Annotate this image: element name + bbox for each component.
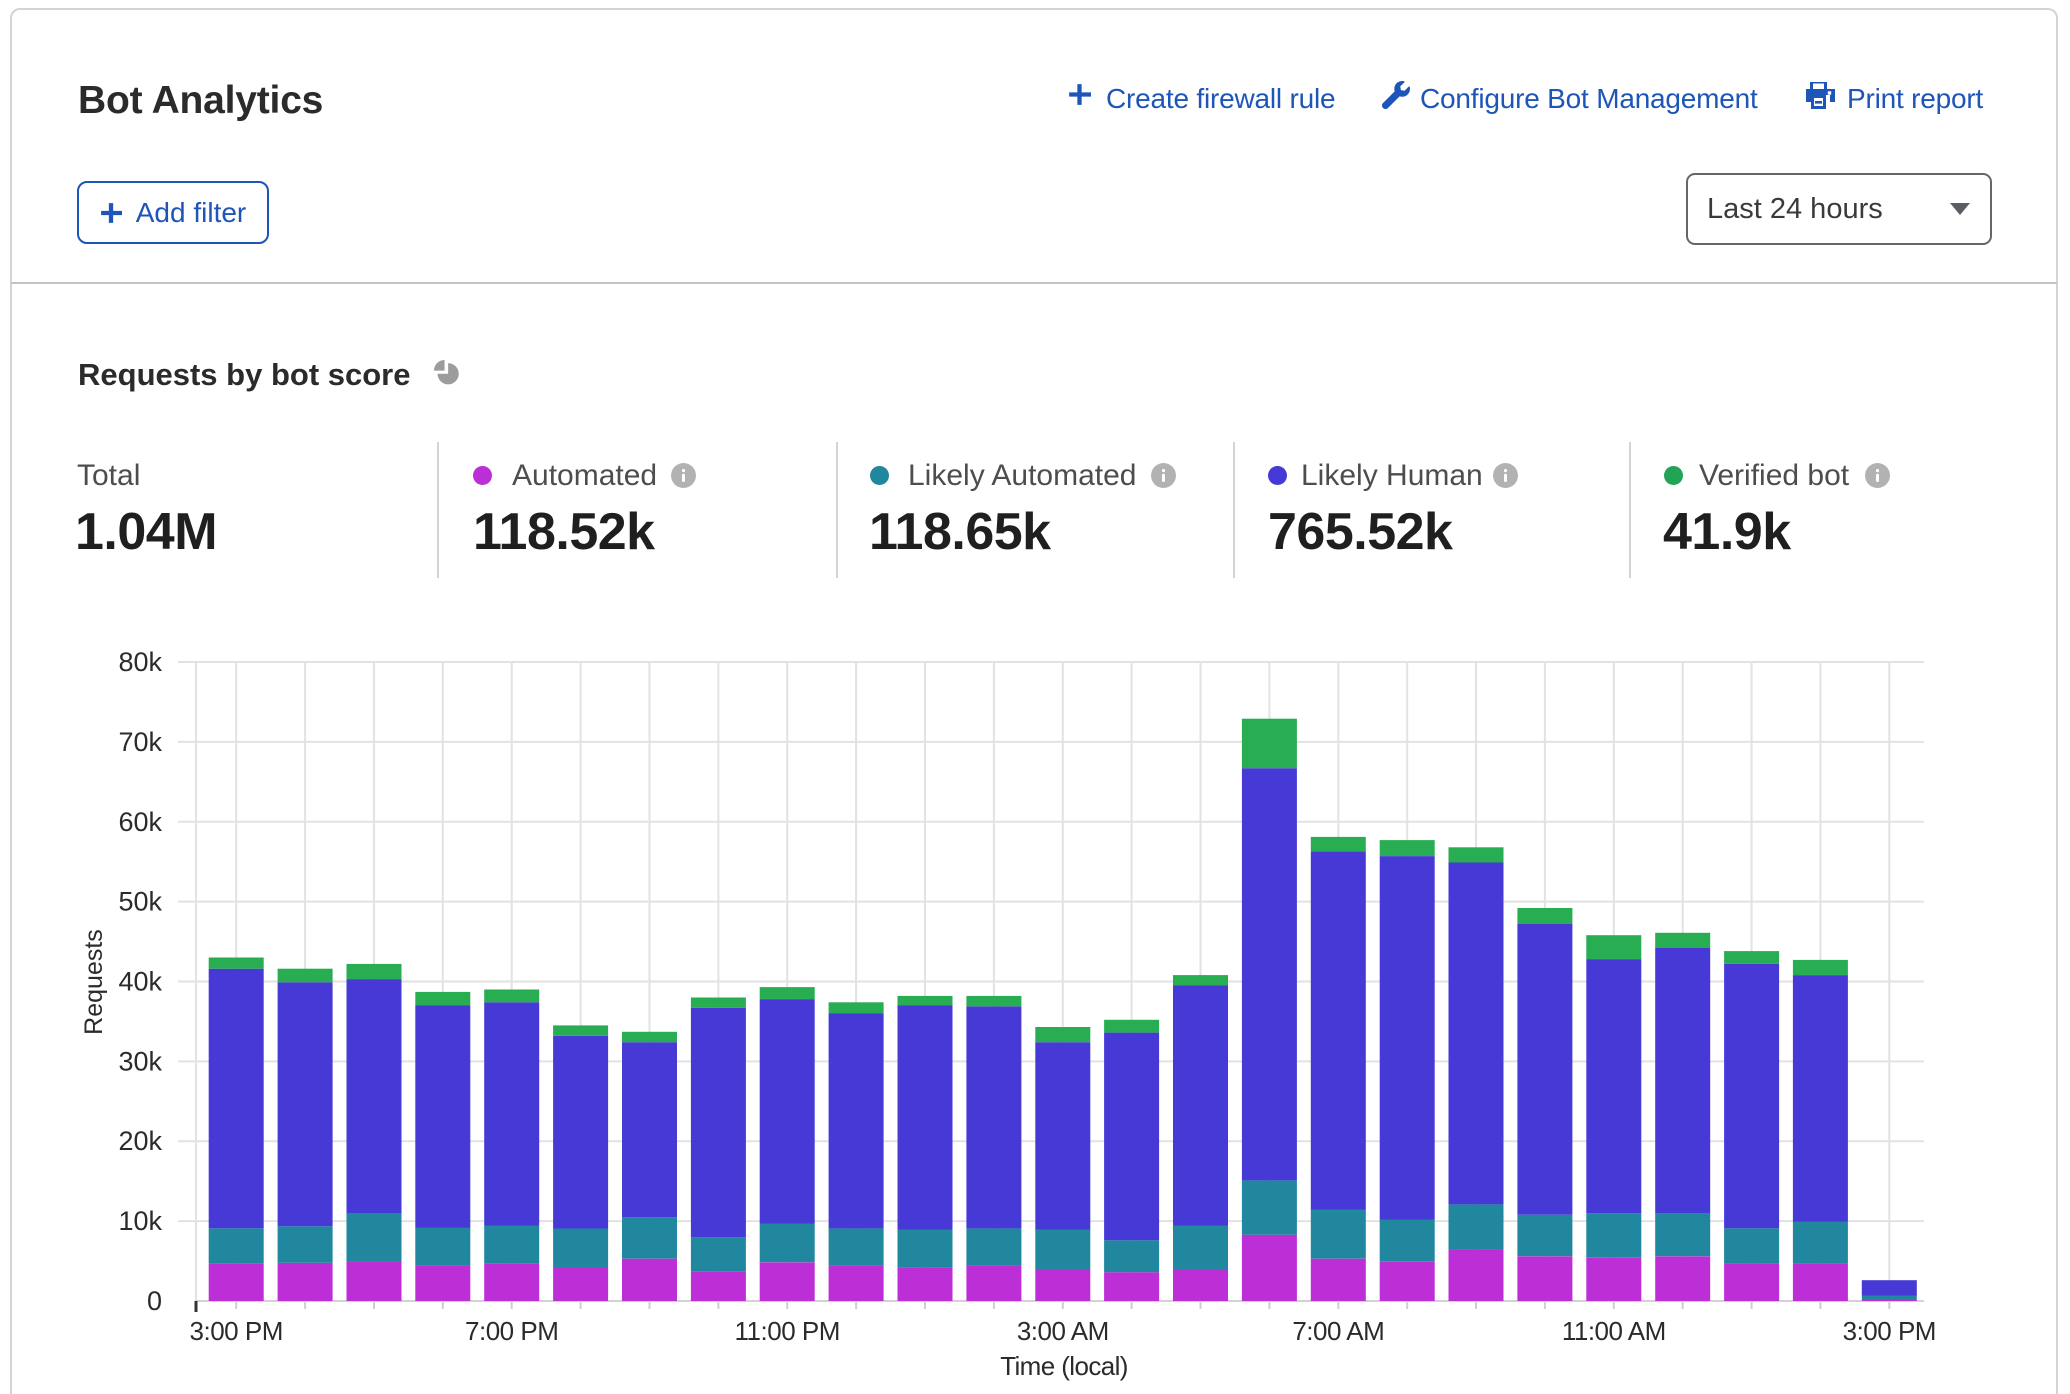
svg-text:40k: 40k [118, 967, 162, 997]
svg-text:3:00 PM: 3:00 PM [190, 1316, 283, 1346]
svg-text:Requests: Requests [80, 929, 108, 1035]
svg-text:7:00 PM: 7:00 PM [465, 1316, 558, 1346]
svg-text:30k: 30k [118, 1046, 162, 1076]
svg-text:80k: 80k [118, 647, 162, 677]
svg-text:7:00 AM: 7:00 AM [1292, 1316, 1384, 1346]
svg-text:11:00 AM: 11:00 AM [1562, 1316, 1666, 1346]
svg-text:60k: 60k [118, 807, 162, 837]
svg-text:50k: 50k [118, 887, 162, 917]
svg-text:3:00 PM: 3:00 PM [1843, 1316, 1936, 1346]
svg-text:0: 0 [147, 1286, 162, 1316]
svg-text:Time (local): Time (local) [1000, 1351, 1128, 1381]
svg-text:20k: 20k [118, 1126, 162, 1156]
svg-text:70k: 70k [118, 727, 162, 757]
svg-text:10k: 10k [118, 1206, 162, 1236]
svg-text:11:00 PM: 11:00 PM [735, 1316, 840, 1346]
svg-text:3:00 AM: 3:00 AM [1017, 1316, 1109, 1346]
